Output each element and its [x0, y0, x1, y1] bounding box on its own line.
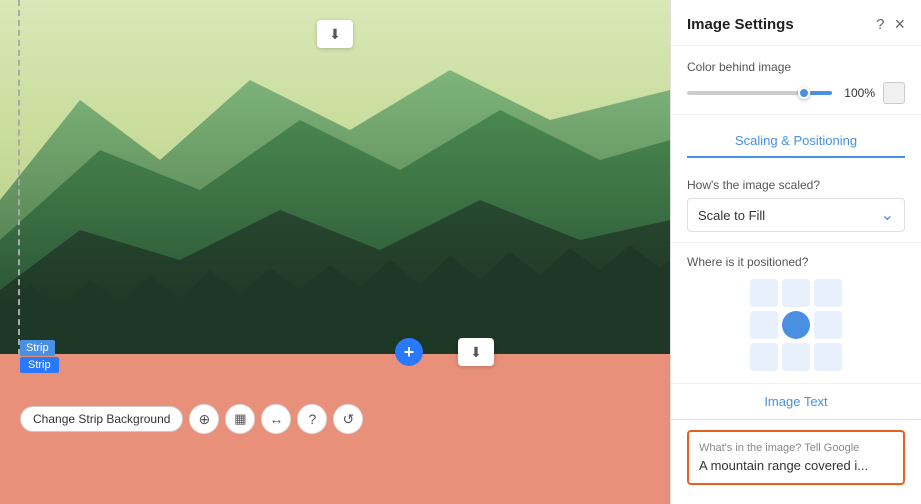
panel-close-icon[interactable]: × — [894, 14, 905, 35]
arrow-button[interactable]: ↔ — [261, 404, 291, 434]
image-text-hint: What's in the image? Tell Google — [699, 442, 893, 454]
layers-icon: ⊕ — [199, 411, 211, 428]
panel-title: Image Settings — [687, 16, 794, 33]
help-toolbar-icon: ? — [309, 411, 317, 427]
position-cell-0[interactable] — [750, 279, 778, 307]
position-cell-7[interactable] — [782, 343, 810, 371]
scale-value: Scale to Fill — [698, 208, 765, 223]
scaling-positioning-tab[interactable]: Scaling & Positioning — [687, 125, 905, 158]
position-section: Where is it positioned? — [671, 243, 921, 384]
grid-icon: ▦ — [234, 411, 246, 427]
top-download-button[interactable]: ⬇ — [317, 20, 353, 48]
download-icon-bottom: ⬇ — [470, 344, 482, 361]
panel-header: Image Settings ? × — [671, 0, 921, 46]
position-label: Where is it positioned? — [687, 255, 905, 269]
scale-dropdown[interactable]: Scale to Fill ⌄ — [687, 198, 905, 232]
image-text-content[interactable]: What's in the image? Tell Google A mount… — [687, 430, 905, 485]
position-cell-1[interactable] — [782, 279, 810, 307]
strip-label-top: Strip — [20, 340, 55, 356]
scaling-content: How's the image scaled? Scale to Fill ⌄ — [671, 168, 921, 243]
mountain-background — [0, 0, 670, 355]
chevron-down-icon: ⌄ — [881, 205, 894, 225]
opacity-value: 100% — [840, 86, 875, 100]
bottom-download-button[interactable]: ⬇ — [458, 338, 494, 366]
image-text-tab[interactable]: Image Text — [671, 384, 921, 420]
dashed-border — [18, 0, 20, 355]
color-swatch[interactable] — [883, 82, 905, 104]
arrow-icon: ↔ — [269, 411, 283, 427]
panel-help-icon[interactable]: ? — [876, 16, 884, 33]
grid-button[interactable]: ▦ — [225, 404, 255, 434]
opacity-slider[interactable] — [687, 91, 832, 95]
color-section: Color behind image 100% — [671, 46, 921, 115]
help-toolbar-button[interactable]: ? — [297, 404, 327, 434]
refresh-icon: ↺ — [343, 411, 355, 428]
add-strip-button[interactable]: + — [395, 338, 423, 366]
right-panel: Image Settings ? × Color behind image 10… — [670, 0, 921, 504]
refresh-button[interactable]: ↺ — [333, 404, 363, 434]
panel-header-icons: ? × — [876, 14, 905, 35]
position-grid — [750, 279, 842, 371]
mountain-svg — [0, 0, 670, 355]
position-cell-8[interactable] — [814, 343, 842, 371]
position-cell-2[interactable] — [814, 279, 842, 307]
strip-label-bottom[interactable]: Strip — [20, 357, 59, 373]
position-cell-4-active[interactable] — [782, 311, 810, 339]
color-row: 100% — [687, 82, 905, 104]
slider-thumb — [798, 87, 810, 99]
bottom-toolbar: Change Strip Background ⊕ ▦ ↔ ? ↺ — [20, 404, 363, 434]
color-label: Color behind image — [687, 60, 905, 74]
main-canvas: Strip Strip ⬇ + ⬇ Change Strip Backgroun… — [0, 0, 670, 504]
download-icon-top: ⬇ — [329, 26, 341, 43]
how-scaled-label: How's the image scaled? — [687, 178, 905, 192]
position-cell-3[interactable] — [750, 311, 778, 339]
plus-icon: + — [404, 342, 415, 363]
image-text-value: A mountain range covered i... — [699, 458, 893, 473]
position-cell-5[interactable] — [814, 311, 842, 339]
layers-button[interactable]: ⊕ — [189, 404, 219, 434]
change-strip-background-button[interactable]: Change Strip Background — [20, 406, 183, 432]
position-cell-6[interactable] — [750, 343, 778, 371]
